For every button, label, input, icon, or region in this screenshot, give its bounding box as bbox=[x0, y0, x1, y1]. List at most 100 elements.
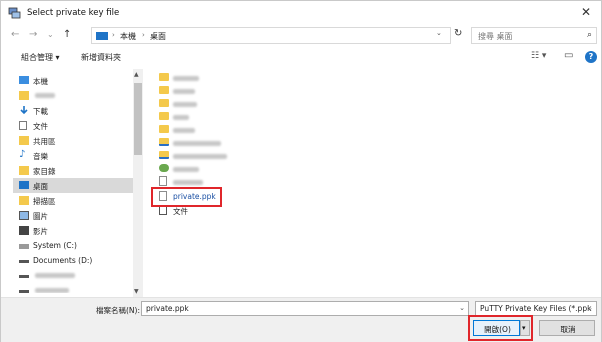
scroll-down-icon[interactable]: ▼ bbox=[134, 288, 139, 295]
search-placeholder: 搜尋 桌面 bbox=[478, 32, 513, 41]
scroll-up-icon[interactable]: ▲ bbox=[134, 71, 139, 78]
list-item[interactable] bbox=[151, 110, 331, 123]
nav-item-label: 本機 bbox=[33, 77, 48, 86]
redacted-label bbox=[173, 128, 195, 133]
nav-item-blurred-drive[interactable] bbox=[13, 283, 135, 293]
organize-button[interactable]: 組合管理 ▾ bbox=[21, 52, 60, 63]
scrollbar-thumb[interactable] bbox=[134, 83, 142, 155]
redacted-label bbox=[173, 154, 227, 159]
list-item[interactable] bbox=[151, 97, 331, 110]
nav-item-this-pc[interactable]: 本機 bbox=[13, 73, 135, 88]
nav-item-scan[interactable]: 掃描區 bbox=[13, 193, 135, 208]
list-item[interactable] bbox=[151, 149, 331, 162]
nav-item-downloads[interactable]: 下載 bbox=[13, 103, 135, 118]
nav-item-label: 影片 bbox=[33, 227, 48, 236]
shortcut-icon bbox=[159, 138, 169, 146]
cancel-button[interactable]: 取消 bbox=[539, 320, 595, 336]
nav-item-label: 掃描區 bbox=[33, 197, 56, 206]
drive-icon bbox=[19, 290, 29, 293]
nav-item-music[interactable]: ♪ 音樂 bbox=[13, 148, 135, 163]
folder-icon bbox=[159, 125, 169, 133]
file-label: 文件 bbox=[173, 207, 188, 216]
folder-icon bbox=[19, 91, 29, 100]
nav-item-pictures[interactable]: 圖片 bbox=[13, 208, 135, 223]
chevron-down-icon[interactable]: ⌄ bbox=[587, 304, 593, 312]
redacted-label bbox=[173, 115, 189, 120]
search-input[interactable]: 搜尋 桌面 ⌕ bbox=[471, 27, 597, 44]
video-icon bbox=[19, 226, 29, 235]
window-title: Select private key file bbox=[27, 8, 120, 18]
breadcrumb-separator: › bbox=[142, 31, 145, 39]
address-bar[interactable]: › 本機 › 桌面 bbox=[91, 27, 451, 44]
music-icon: ♪ bbox=[19, 149, 26, 160]
nav-item-label: System (C:) bbox=[33, 241, 77, 250]
view-options-icon[interactable]: ☷ ▾ bbox=[531, 51, 546, 61]
document-icon bbox=[159, 176, 167, 186]
desktop-icon bbox=[19, 181, 29, 189]
redacted-label bbox=[173, 102, 197, 107]
up-folder-icon[interactable]: ↑ bbox=[63, 30, 71, 40]
file-type-value: PuTTY Private Key Files (*.ppk bbox=[480, 304, 592, 313]
chevron-down-icon[interactable]: ⌄ bbox=[459, 304, 465, 312]
list-item[interactable] bbox=[151, 71, 331, 84]
folder-icon bbox=[19, 166, 29, 175]
shortcut-icon bbox=[159, 164, 169, 172]
navigation-row: ← → ⌄ ↑ › 本機 › 桌面 ⌄ ↻ 搜尋 桌面 ⌕ bbox=[1, 25, 601, 47]
highlight-box-file bbox=[151, 187, 222, 207]
redacted-label bbox=[173, 89, 195, 94]
nav-item-label: 家目錄 bbox=[33, 167, 56, 176]
drive-icon bbox=[19, 260, 29, 263]
nav-item-drive-d[interactable]: Documents (D:) bbox=[13, 253, 135, 268]
cancel-button-label: 取消 bbox=[560, 325, 576, 334]
list-item[interactable] bbox=[151, 84, 331, 97]
nav-pane-scrollbar[interactable]: ▲ ▼ bbox=[133, 69, 143, 297]
redacted-label bbox=[173, 180, 203, 185]
search-icon[interactable]: ⌕ bbox=[587, 30, 592, 40]
folder-icon bbox=[159, 99, 169, 107]
nav-item-label: 圖片 bbox=[33, 212, 48, 221]
drive-icon bbox=[19, 275, 29, 278]
nav-item-shared[interactable]: 共用區 bbox=[13, 133, 135, 148]
nav-item-blurred-drive[interactable] bbox=[13, 268, 135, 283]
computer-icon bbox=[19, 76, 29, 84]
nav-item-label: 共用區 bbox=[33, 137, 56, 146]
folder-icon bbox=[159, 112, 169, 120]
nav-item-label: 下載 bbox=[33, 107, 48, 116]
breadcrumb-desktop[interactable]: 桌面 bbox=[150, 31, 166, 42]
nav-item-blurred-folder[interactable] bbox=[13, 88, 135, 103]
redacted-label bbox=[35, 93, 55, 98]
list-item[interactable] bbox=[151, 136, 331, 149]
putty-app-icon bbox=[8, 7, 21, 19]
file-type-select[interactable]: PuTTY Private Key Files (*.ppk ⌄ bbox=[475, 301, 597, 316]
close-button[interactable]: ✕ bbox=[579, 5, 593, 19]
refresh-icon[interactable]: ↻ bbox=[454, 29, 462, 39]
nav-item-drive-c[interactable]: System (C:) bbox=[13, 238, 135, 253]
nav-item-desktop[interactable]: 桌面 bbox=[13, 178, 135, 193]
nav-item-videos[interactable]: 影片 bbox=[13, 223, 135, 238]
title-bar: Select private key file ✕ bbox=[1, 1, 601, 25]
recent-locations-icon[interactable]: ⌄ bbox=[47, 30, 54, 40]
nav-item-documents[interactable]: 文件 bbox=[13, 118, 135, 133]
back-arrow-icon[interactable]: ← bbox=[11, 30, 19, 40]
redacted-label bbox=[173, 141, 221, 146]
folder-icon bbox=[19, 136, 29, 145]
nav-item-label: 桌面 bbox=[33, 182, 48, 191]
redacted-label bbox=[35, 273, 75, 278]
navigation-pane: 本機 下載 文件 共用區 ♪ 音樂 家目錄 桌面 掃描區 圖片 影片 Syste… bbox=[13, 69, 135, 293]
breadcrumb-this-pc[interactable]: 本機 bbox=[120, 31, 136, 42]
address-dropdown-icon[interactable]: ⌄ bbox=[436, 29, 442, 37]
new-folder-button[interactable]: 新增資料夾 bbox=[81, 52, 121, 63]
preview-pane-icon[interactable]: ▭ bbox=[564, 50, 573, 61]
redacted-label bbox=[35, 288, 69, 293]
forward-arrow-icon[interactable]: → bbox=[29, 30, 37, 40]
list-item[interactable] bbox=[151, 162, 331, 175]
nav-item-label: 音樂 bbox=[33, 152, 48, 161]
drive-icon bbox=[19, 244, 29, 249]
nav-item-home[interactable]: 家目錄 bbox=[13, 163, 135, 178]
help-icon[interactable]: ? bbox=[585, 51, 597, 63]
folder-icon bbox=[19, 196, 29, 205]
folder-icon bbox=[159, 73, 169, 81]
filename-input[interactable]: private.ppk ⌄ bbox=[141, 301, 469, 316]
shortcut-icon bbox=[159, 151, 169, 159]
list-item[interactable] bbox=[151, 123, 331, 136]
